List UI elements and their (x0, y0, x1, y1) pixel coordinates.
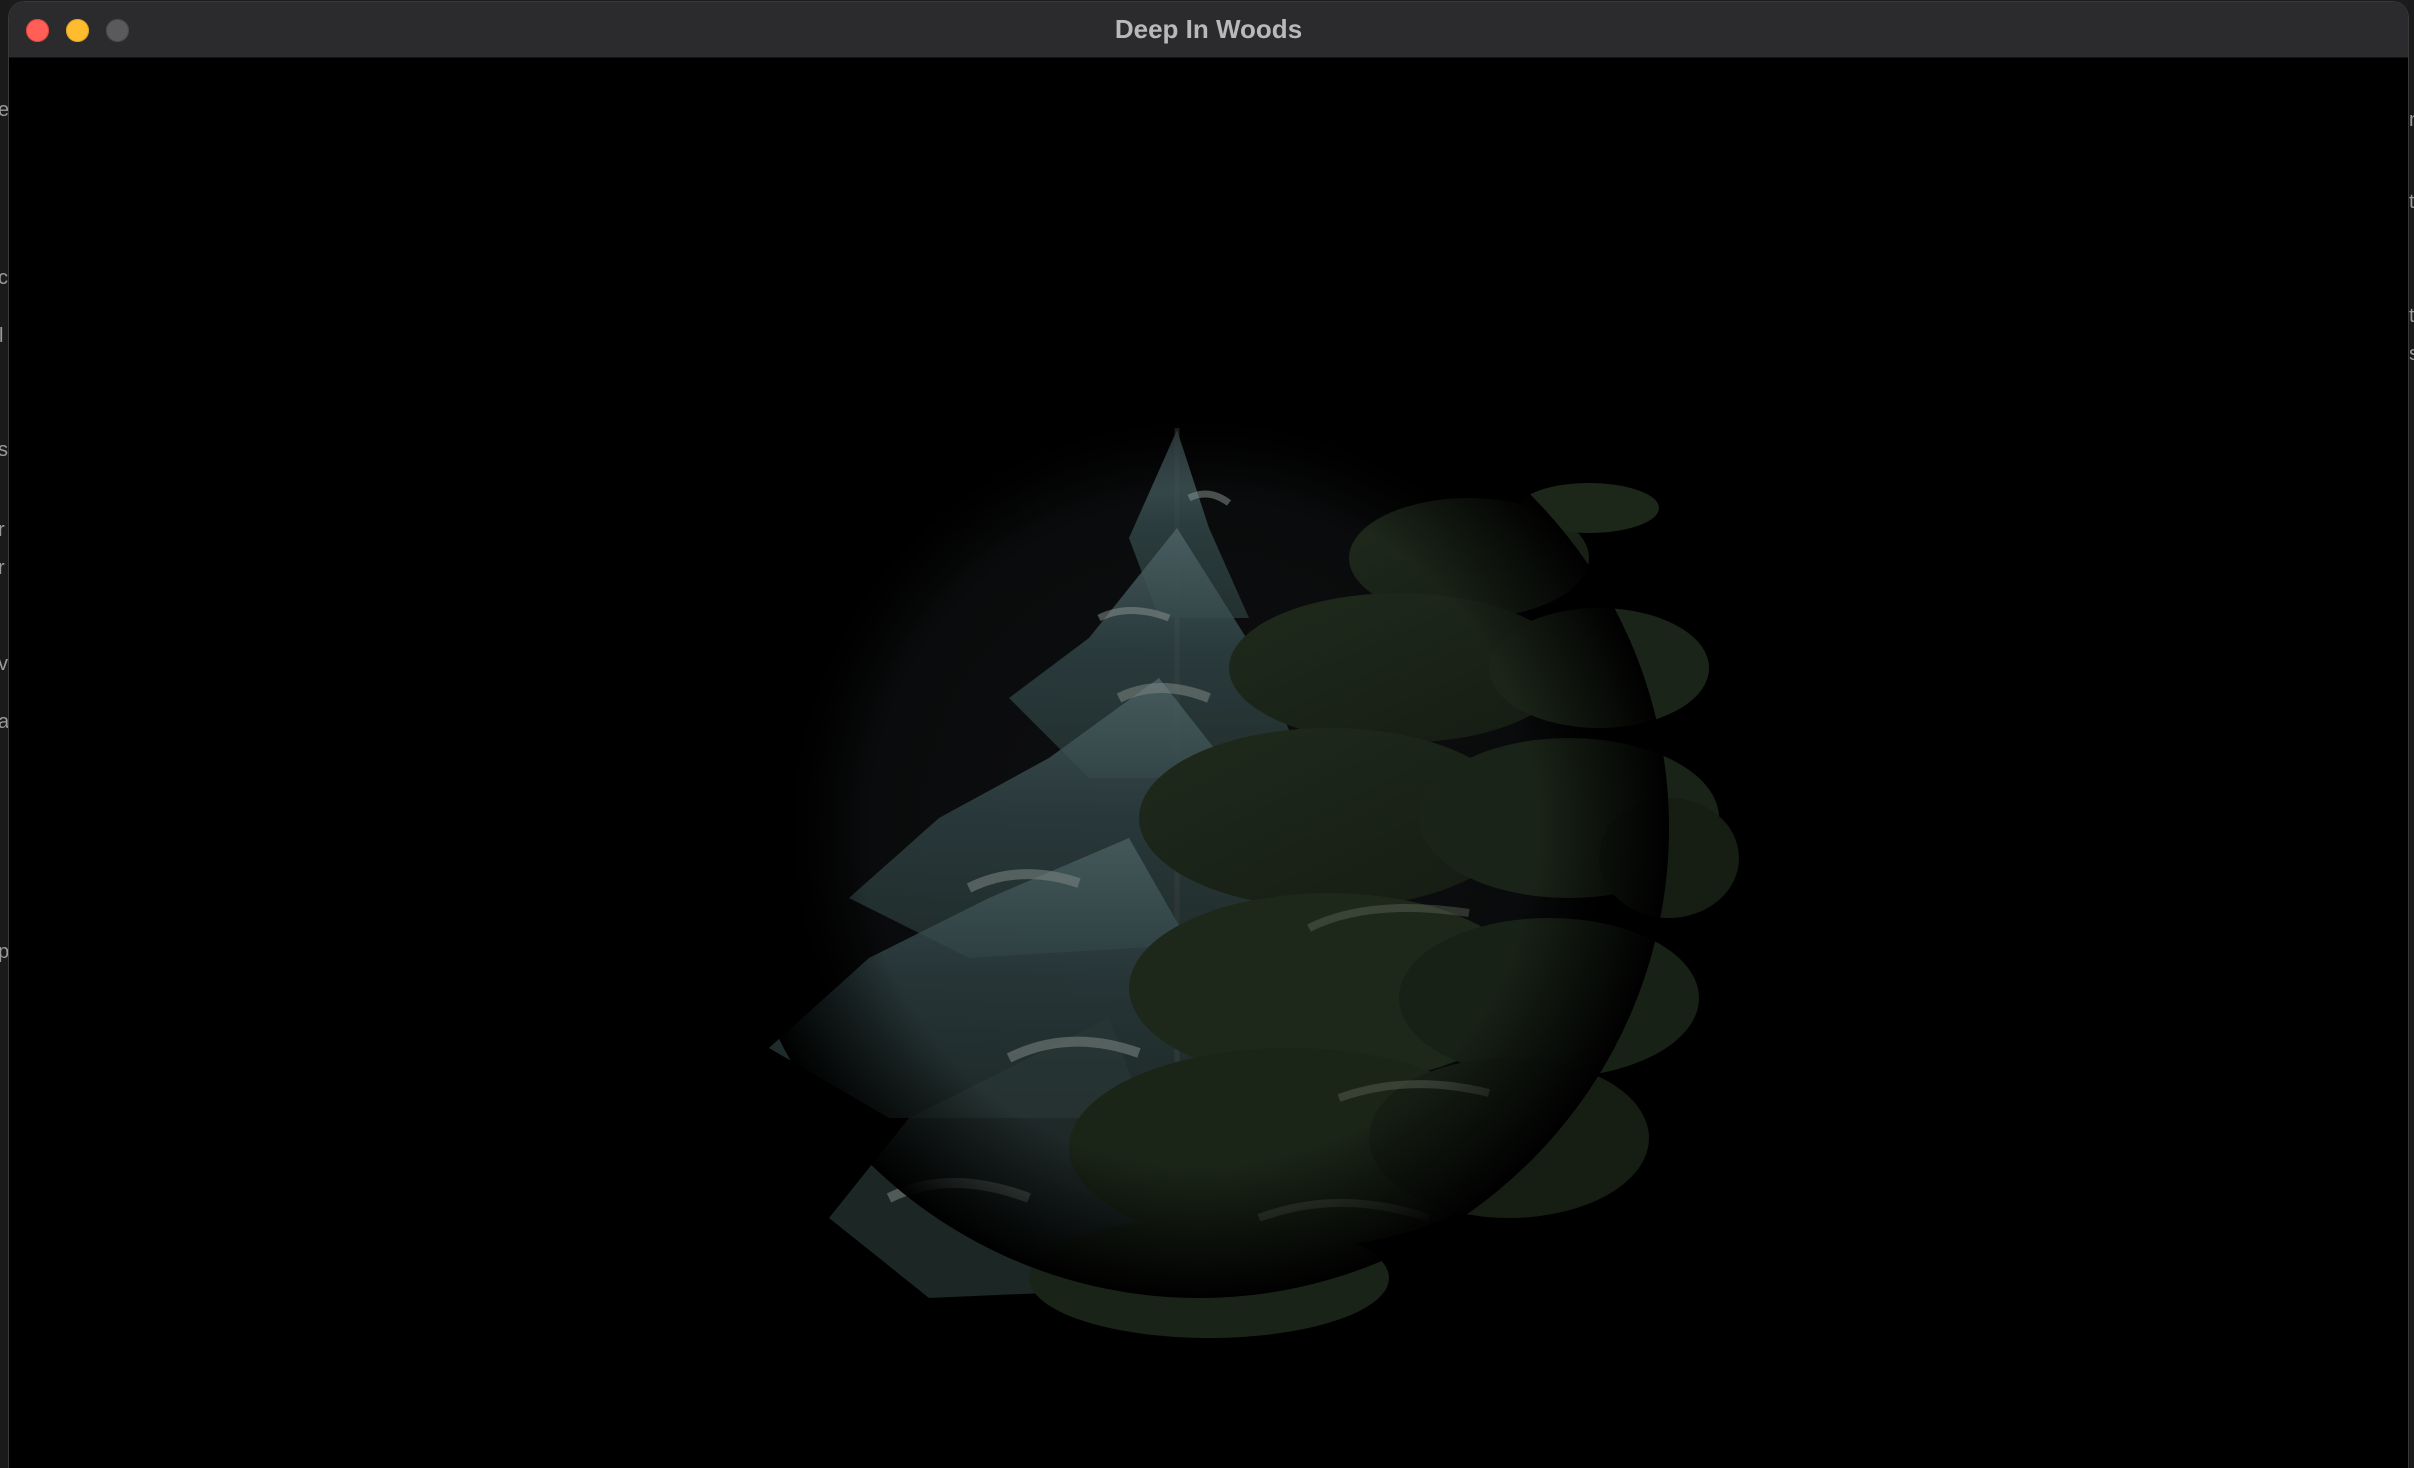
vignette (729, 358, 1669, 1298)
desktop-edge-right: n t t s (2408, 0, 2414, 1468)
edge-text: s (2409, 343, 2414, 365)
edge-text: a (0, 711, 10, 733)
edge-text: c (0, 267, 8, 289)
edge-text: p (0, 941, 10, 963)
edge-text: v (0, 653, 8, 675)
edge-text: l (0, 325, 4, 347)
forest-scene (729, 358, 1739, 1338)
app-window: Deep In Woods (9, 2, 2408, 1468)
edge-text: n (2409, 110, 2414, 130)
game-viewport[interactable] (9, 58, 2408, 1468)
edge-text: r (0, 557, 5, 579)
window-title: Deep In Woods (1114, 14, 1303, 44)
desktop-edge-left: e c l s r r v a p (0, 0, 9, 1468)
edge-text: e (0, 99, 10, 121)
edge-text: t (2409, 305, 2414, 327)
edge-text: s (0, 439, 8, 461)
edge-text: r (0, 519, 5, 541)
title-bar[interactable]: Deep In Woods (9, 2, 2408, 58)
edge-text: t (2409, 191, 2414, 213)
